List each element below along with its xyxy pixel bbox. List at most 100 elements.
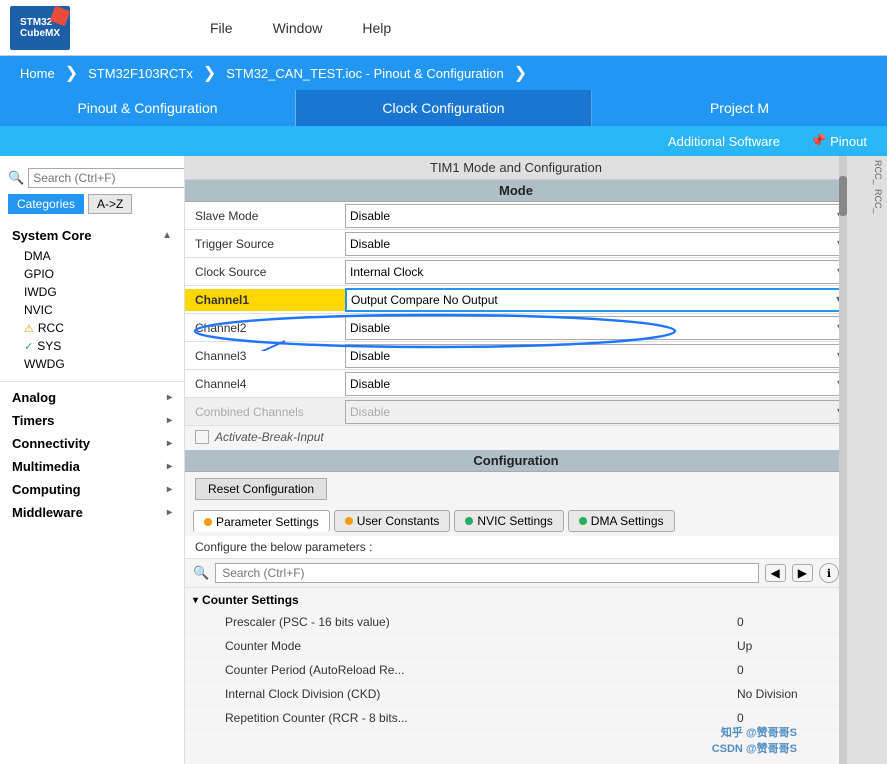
counter-mode-name: Counter Mode <box>185 637 727 655</box>
dma-tab-label: DMA Settings <box>591 514 664 528</box>
sidebar-group-connectivity[interactable]: Connectivity ▸ <box>0 432 184 455</box>
sidebar-item-dma[interactable]: DMA <box>0 247 184 265</box>
cat-tab-categories[interactable]: Categories <box>8 194 84 214</box>
scrollbar-thumb[interactable] <box>839 176 847 216</box>
combined-channels-select: Disable ▾ <box>345 400 847 424</box>
tab-clock[interactable]: Clock Configuration <box>296 90 592 126</box>
counter-group-arrow: ▾ <box>193 595 198 606</box>
user-tab-dot <box>345 517 353 525</box>
param-nav-prev[interactable]: ◀ <box>765 564 786 582</box>
trigger-source-label: Trigger Source <box>185 233 345 255</box>
breadcrumb-project[interactable]: STM32_CAN_TEST.ioc - Pinout & Configurat… <box>216 66 513 81</box>
activate-break-label: Activate-Break-Input <box>215 430 324 444</box>
combined-channels-value: Disable <box>350 405 390 419</box>
sidebar-group-computing[interactable]: Computing ▸ <box>0 478 184 501</box>
connectivity-label: Connectivity <box>12 436 90 451</box>
slave-mode-value: Disable <box>350 209 390 223</box>
cat-tab-atoz[interactable]: A->Z <box>88 194 132 214</box>
menu-file[interactable]: File <box>210 20 233 36</box>
channel1-label: Channel1 <box>185 289 345 311</box>
system-core-label: System Core <box>12 228 91 243</box>
rcc-label: RCC <box>38 321 64 335</box>
search-icon: 🔍 <box>8 170 24 186</box>
top-bar: STM32CubeMX File Window Help <box>0 0 887 56</box>
clock-source-row: Clock Source Internal Clock ▾ <box>185 258 847 286</box>
tab-bar: Pinout & Configuration Clock Configurati… <box>0 90 887 126</box>
channel4-value: Disable <box>350 377 390 391</box>
right-panel: RCC_ RCC_ <box>847 156 887 764</box>
multimedia-label: Multimedia <box>12 459 80 474</box>
tab-dma-settings[interactable]: DMA Settings <box>568 510 675 532</box>
param-row-counter-period: Counter Period (AutoReload Re... 0 <box>185 658 847 682</box>
channel1-select[interactable]: Output Compare No Output ▾ <box>345 288 847 312</box>
param-info-button[interactable]: ℹ <box>819 563 839 583</box>
channel3-select[interactable]: Disable ▾ <box>345 344 847 368</box>
scrollbar[interactable] <box>839 156 847 764</box>
nvic-tab-label: NVIC Settings <box>477 514 552 528</box>
prescaler-value[interactable]: 0 <box>727 613 847 631</box>
sidebar-item-wwdg[interactable]: WWDG <box>0 355 184 373</box>
sidebar-item-gpio[interactable]: GPIO <box>0 265 184 283</box>
tab-parameter-settings[interactable]: Parameter Settings <box>193 510 330 532</box>
clock-source-value: Internal Clock <box>350 265 423 279</box>
counter-mode-value[interactable]: Up <box>727 637 847 655</box>
timers-arrow: ▸ <box>167 415 172 426</box>
computing-arrow: ▸ <box>167 484 172 495</box>
channel2-select[interactable]: Disable ▾ <box>345 316 847 340</box>
channel3-label: Channel3 <box>185 345 345 367</box>
sidebar-search-row: 🔍 ▾ ⚙ <box>0 164 184 192</box>
mode-section-header: Mode <box>185 180 847 202</box>
user-tab-label: User Constants <box>357 514 440 528</box>
channel4-select[interactable]: Disable ▾ <box>345 372 847 396</box>
sidebar-group-analog[interactable]: Analog ▸ <box>0 386 184 409</box>
activate-break-checkbox[interactable] <box>195 430 209 444</box>
sidebar-item-nvic[interactable]: NVIC <box>0 301 184 319</box>
tab-user-constants[interactable]: User Constants <box>334 510 451 532</box>
param-tab-label: Parameter Settings <box>216 515 319 529</box>
channel3-value: Disable <box>350 349 390 363</box>
sidebar-group-system-core[interactable]: System Core ▲ <box>0 224 184 247</box>
trigger-source-select[interactable]: Disable ▾ <box>345 232 847 256</box>
ckd-value[interactable]: No Division <box>727 685 847 703</box>
counter-group-label: Counter Settings <box>202 593 299 607</box>
channel2-label: Channel2 <box>185 317 345 339</box>
breadcrumb-sep-3: ❯ <box>514 63 527 83</box>
tab-pinout[interactable]: Pinout & Configuration <box>0 90 296 126</box>
sub-tab-pinout[interactable]: 📌 Pinout <box>810 133 867 149</box>
counter-group-header[interactable]: ▾ Counter Settings <box>185 590 847 610</box>
param-search-input[interactable] <box>215 563 758 583</box>
nvic-label: NVIC <box>24 303 53 317</box>
slave-mode-label: Slave Mode <box>185 205 345 227</box>
clock-source-select[interactable]: Internal Clock ▾ <box>345 260 847 284</box>
sub-tab-additional[interactable]: Additional Software <box>668 134 780 149</box>
trigger-source-value: Disable <box>350 237 390 251</box>
sidebar-item-rcc[interactable]: RCC <box>0 319 184 337</box>
breadcrumb-device[interactable]: STM32F103RCTx <box>78 66 203 81</box>
tab-project[interactable]: Project M <box>592 90 887 126</box>
param-header: Configure the below parameters : <box>185 536 847 559</box>
breadcrumb-home[interactable]: Home <box>10 66 65 81</box>
menu-help[interactable]: Help <box>362 20 391 36</box>
timers-label: Timers <box>12 413 54 428</box>
sidebar-group-middleware[interactable]: Middleware ▸ <box>0 501 184 524</box>
sidebar-item-sys[interactable]: SYS <box>0 337 184 355</box>
param-row-counter-mode: Counter Mode Up <box>185 634 847 658</box>
right-panel-label-2: RCC_ <box>873 189 883 214</box>
slave-mode-select[interactable]: Disable ▾ <box>345 204 847 228</box>
sidebar-group-timers[interactable]: Timers ▸ <box>0 409 184 432</box>
sidebar-search-input[interactable] <box>28 168 185 188</box>
param-row-prescaler: Prescaler (PSC - 16 bits value) 0 <box>185 610 847 634</box>
param-nav-next[interactable]: ▶ <box>792 564 813 582</box>
right-panel-label-1: RCC_ <box>873 160 883 185</box>
main-layout: 🔍 ▾ ⚙ Categories A->Z System Core ▲ DMA … <box>0 156 887 764</box>
counter-period-value[interactable]: 0 <box>727 661 847 679</box>
sub-tab-bar: Additional Software 📌 Pinout <box>0 126 887 156</box>
tab-nvic-settings[interactable]: NVIC Settings <box>454 510 563 532</box>
breadcrumb-sep-2: ❯ <box>203 63 216 83</box>
reset-config-button[interactable]: Reset Configuration <box>195 478 327 500</box>
sidebar-group-multimedia[interactable]: Multimedia ▸ <box>0 455 184 478</box>
sidebar-item-iwdg[interactable]: IWDG <box>0 283 184 301</box>
system-core-arrow: ▲ <box>162 230 172 241</box>
menu-window[interactable]: Window <box>273 20 323 36</box>
trigger-source-row: Trigger Source Disable ▾ <box>185 230 847 258</box>
